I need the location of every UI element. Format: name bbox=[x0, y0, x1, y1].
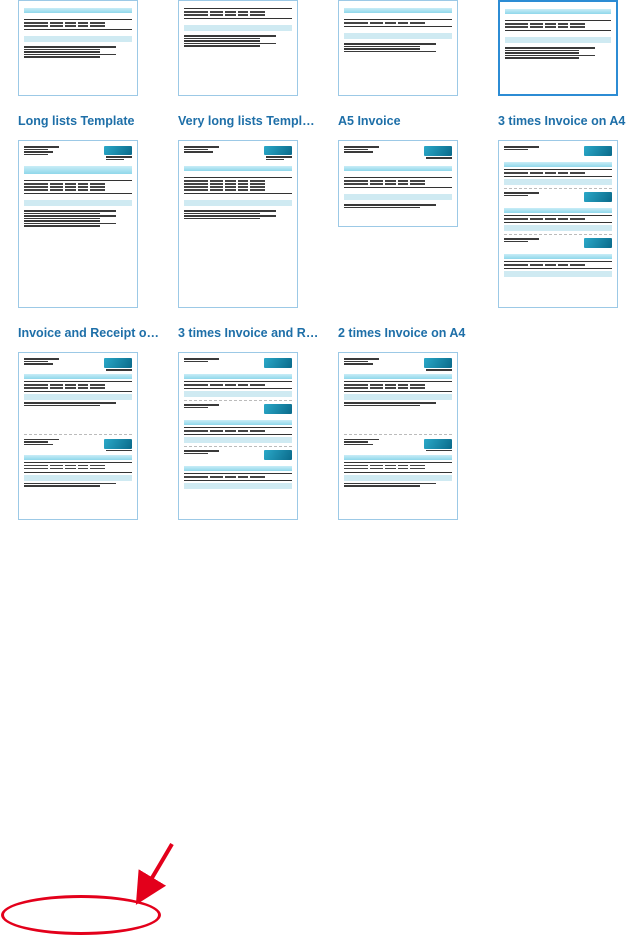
template-cell: Invoice and Receipt o… bbox=[18, 326, 160, 520]
template-thumbnail[interactable] bbox=[178, 0, 298, 96]
template-thumbnail[interactable] bbox=[338, 0, 458, 96]
template-thumbnail[interactable] bbox=[18, 140, 138, 308]
template-cell: Very long lists Templ… bbox=[178, 114, 320, 308]
template-cell: Long lists Template bbox=[18, 114, 160, 308]
template-label-highlighted[interactable]: Invoice and Receipt o… bbox=[18, 326, 160, 342]
template-thumbnail[interactable] bbox=[18, 0, 138, 96]
template-cell: 3 times Invoice on A4 bbox=[498, 114, 640, 308]
annotation-arrow bbox=[110, 838, 190, 918]
template-thumbnail[interactable] bbox=[178, 352, 298, 520]
template-thumbnail[interactable] bbox=[338, 352, 458, 520]
template-cell: 2 times Invoice on A4 bbox=[338, 326, 480, 520]
template-cell bbox=[178, 0, 320, 96]
template-cell bbox=[338, 0, 480, 96]
template-label[interactable]: A5 Invoice bbox=[338, 114, 480, 130]
template-thumbnail[interactable] bbox=[498, 140, 618, 308]
template-label[interactable]: Very long lists Templ… bbox=[178, 114, 320, 130]
annotation-ellipse bbox=[1, 895, 161, 935]
template-cell-empty bbox=[498, 326, 640, 520]
template-thumbnail-selected[interactable] bbox=[498, 0, 618, 96]
template-label[interactable]: 3 times Invoice on A4 bbox=[498, 114, 640, 130]
template-thumbnail[interactable] bbox=[338, 140, 458, 227]
template-grid: Long lists Template Very long lists Temp… bbox=[0, 0, 641, 538]
template-cell: 3 times Invoice and R… bbox=[178, 326, 320, 520]
template-thumbnail[interactable] bbox=[18, 352, 138, 520]
template-label[interactable]: Long lists Template bbox=[18, 114, 160, 130]
template-cell bbox=[18, 0, 160, 96]
template-cell bbox=[498, 0, 640, 96]
template-label[interactable]: 2 times Invoice on A4 bbox=[338, 326, 480, 342]
template-cell: A5 Invoice bbox=[338, 114, 480, 308]
template-thumbnail[interactable] bbox=[178, 140, 298, 308]
template-label[interactable]: 3 times Invoice and R… bbox=[178, 326, 320, 342]
